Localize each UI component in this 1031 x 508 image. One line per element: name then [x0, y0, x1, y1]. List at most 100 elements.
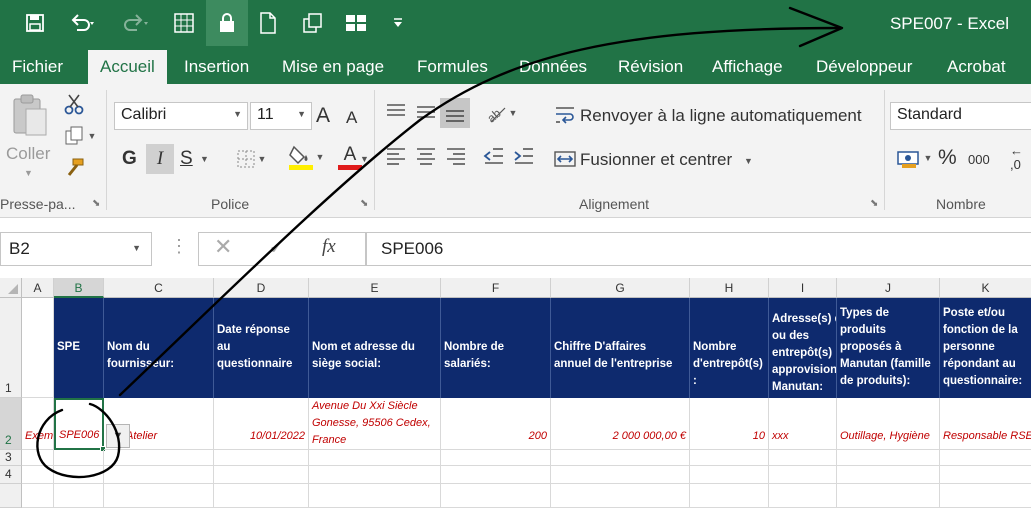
- redo-icon[interactable]: [116, 10, 156, 36]
- cell-k1[interactable]: Poste et/ou fonction de la personne répo…: [940, 298, 1031, 398]
- alignment-launcher-icon[interactable]: ⬊: [870, 198, 878, 209]
- cell-i2[interactable]: xxx: [769, 398, 837, 450]
- font-size-select[interactable]: 11 ▼: [250, 102, 312, 130]
- cell-j1[interactable]: Types de produits proposés à Manutan (fa…: [837, 298, 940, 398]
- tab-developpeur[interactable]: Développeur: [804, 50, 924, 84]
- align-bottom-icon[interactable]: [440, 98, 470, 128]
- cell-a5[interactable]: [22, 484, 54, 508]
- column-header-b[interactable]: B: [54, 278, 104, 298]
- align-right-icon[interactable]: [442, 142, 470, 170]
- cell-a4[interactable]: [22, 466, 54, 484]
- column-header-e[interactable]: E: [309, 278, 441, 298]
- tab-accueil[interactable]: Accueil: [88, 50, 167, 84]
- align-left-icon[interactable]: [382, 142, 410, 170]
- cell-g3[interactable]: [551, 450, 690, 466]
- cell-i5[interactable]: [769, 484, 837, 508]
- column-header-j[interactable]: J: [837, 278, 940, 298]
- insert-function-button[interactable]: fx: [322, 236, 336, 258]
- column-header-k[interactable]: K: [940, 278, 1031, 298]
- tab-affichage[interactable]: Affichage: [700, 50, 795, 84]
- cell-h4[interactable]: [690, 466, 769, 484]
- cell-k3[interactable]: [940, 450, 1031, 466]
- fill-color-icon[interactable]: ▼: [284, 142, 328, 172]
- number-format-select[interactable]: Standard: [890, 102, 1031, 130]
- bold-button[interactable]: G: [122, 148, 137, 170]
- row-header-5[interactable]: [0, 484, 22, 508]
- row-header-3[interactable]: 3: [0, 450, 22, 466]
- save-icon[interactable]: [22, 10, 48, 36]
- lock-icon[interactable]: [206, 0, 248, 46]
- form-icon[interactable]: [170, 10, 198, 36]
- copy-format-icon[interactable]: ▼: [60, 124, 100, 148]
- cell-e3[interactable]: [309, 450, 441, 466]
- cell-i1[interactable]: Adresse(s) du ou des entrepôt(s) approvi…: [769, 298, 837, 398]
- cell-b2-selected[interactable]: SPE006: [54, 398, 104, 450]
- copy-icon[interactable]: [300, 10, 326, 36]
- cell-f5[interactable]: [441, 484, 551, 508]
- cell-c1[interactable]: Nom du fournisseur:: [104, 298, 214, 398]
- align-middle-icon[interactable]: [412, 98, 440, 126]
- increase-decimal-icon[interactable]: ← ,0: [1010, 144, 1023, 172]
- enter-icon[interactable]: ✓: [268, 234, 286, 260]
- cell-c4[interactable]: [104, 466, 214, 484]
- cell-b5[interactable]: [54, 484, 104, 508]
- paste-label[interactable]: Coller: [6, 144, 50, 164]
- italic-button[interactable]: I: [146, 144, 174, 174]
- tab-acrobat[interactable]: Acrobat: [935, 50, 1018, 84]
- underline-dropdown-icon[interactable]: ▼: [200, 154, 209, 164]
- cell-d3[interactable]: [214, 450, 309, 466]
- grow-font-button[interactable]: A: [316, 104, 330, 128]
- cell-h1[interactable]: Nombre d'entrepôt(s) :: [690, 298, 769, 398]
- tab-mise-en-page[interactable]: Mise en page: [270, 50, 396, 84]
- column-header-a[interactable]: A: [22, 278, 54, 298]
- cell-b4[interactable]: [54, 466, 104, 484]
- thousands-button[interactable]: 000: [968, 152, 990, 167]
- cell-i3[interactable]: [769, 450, 837, 466]
- tab-formules[interactable]: Formules: [405, 50, 500, 84]
- cancel-icon[interactable]: ✕: [214, 234, 232, 260]
- shrink-font-button[interactable]: A: [346, 108, 357, 128]
- cell-e4[interactable]: [309, 466, 441, 484]
- column-header-d[interactable]: D: [214, 278, 309, 298]
- cell-e5[interactable]: [309, 484, 441, 508]
- cell-k2[interactable]: Responsable RSE: [940, 398, 1031, 450]
- cut-icon[interactable]: [62, 92, 86, 116]
- cell-d4[interactable]: [214, 466, 309, 484]
- select-all-corner[interactable]: [0, 278, 22, 298]
- cell-j2[interactable]: Outillage, Hygiène: [837, 398, 940, 450]
- cell-c5[interactable]: [104, 484, 214, 508]
- spreadsheet-grid[interactable]: A B C D E F G H I J K 1 2 3 4 SPE Nom du…: [0, 278, 1031, 508]
- column-header-g[interactable]: G: [551, 278, 690, 298]
- cell-g1[interactable]: Chiffre D'affaires annuel de l'entrepris…: [551, 298, 690, 398]
- cell-g5[interactable]: [551, 484, 690, 508]
- cell-f4[interactable]: [441, 466, 551, 484]
- column-header-i[interactable]: I: [769, 278, 837, 298]
- formula-input[interactable]: SPE006: [366, 232, 1031, 266]
- tab-donnees[interactable]: Données: [507, 50, 599, 84]
- cell-j4[interactable]: [837, 466, 940, 484]
- percent-button[interactable]: %: [938, 146, 957, 170]
- cell-f3[interactable]: [441, 450, 551, 466]
- undo-icon[interactable]: [62, 10, 102, 36]
- column-header-c[interactable]: C: [104, 278, 214, 298]
- cell-c3[interactable]: [104, 450, 214, 466]
- cell-e1[interactable]: Nom et adresse du siège social:: [309, 298, 441, 398]
- cell-k4[interactable]: [940, 466, 1031, 484]
- tab-revision[interactable]: Révision: [606, 50, 695, 84]
- cell-f2[interactable]: 200: [441, 398, 551, 450]
- name-box[interactable]: B2 ▼: [0, 232, 152, 266]
- cell-h3[interactable]: [690, 450, 769, 466]
- row-header-4[interactable]: 4: [0, 466, 22, 484]
- format-painter-icon[interactable]: [62, 156, 86, 180]
- row-header-2[interactable]: 2: [0, 398, 22, 450]
- cell-d2[interactable]: 10/01/2022: [214, 398, 309, 450]
- cell-a1[interactable]: [22, 298, 54, 398]
- underline-button[interactable]: S: [180, 148, 193, 170]
- cell-g4[interactable]: [551, 466, 690, 484]
- border-icon[interactable]: ▼: [230, 146, 272, 172]
- cell-k5[interactable]: [940, 484, 1031, 508]
- clipboard-launcher-icon[interactable]: ⬊: [92, 198, 100, 209]
- cell-j3[interactable]: [837, 450, 940, 466]
- column-header-h[interactable]: H: [690, 278, 769, 298]
- cell-f1[interactable]: Nombre de salariés:: [441, 298, 551, 398]
